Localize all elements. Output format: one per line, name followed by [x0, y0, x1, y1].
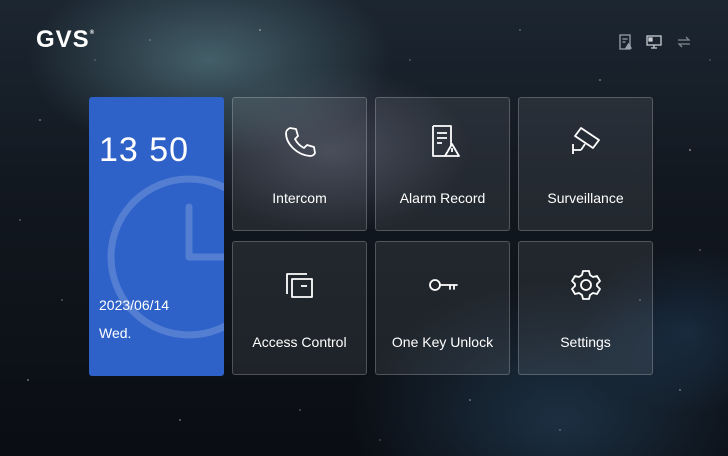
one-key-unlock-tile[interactable]: One Key Unlock — [375, 241, 510, 375]
gvs-logo: GVS® — [36, 26, 95, 54]
transfer-status-icon[interactable] — [676, 34, 692, 50]
one-key-unlock-label: One Key Unlock — [391, 334, 494, 350]
clock-widget: 13 50 2023/06/14 Wed. — [89, 97, 224, 376]
intercom-label: Intercom — [272, 190, 327, 206]
settings-label: Settings — [560, 334, 611, 350]
registered-mark: ® — [89, 30, 96, 36]
access-control-tile[interactable]: Access Control — [232, 241, 367, 375]
surveillance-label: Surveillance — [547, 190, 624, 206]
alarm-record-icon — [431, 125, 460, 157]
intercom-tile[interactable]: Intercom — [232, 97, 367, 231]
alarm-record-label: Alarm Record — [399, 190, 486, 206]
monitor-status-icon[interactable] — [646, 34, 662, 50]
surveillance-tile[interactable]: Surveillance — [518, 97, 653, 231]
clock-watermark-icon — [107, 175, 224, 339]
clock-date: 2023/06/14 — [99, 297, 170, 313]
access-control-icon — [285, 273, 313, 298]
clock-weekday: Wed. — [99, 325, 132, 341]
camera-icon — [571, 127, 600, 154]
alarm-record-status-icon[interactable] — [618, 34, 632, 50]
logo-text: GVS — [36, 26, 90, 53]
settings-tile[interactable]: Settings — [518, 241, 653, 375]
home-screen: GVS® 13 50 2023/06/14 Wed. Intercom Alar… — [0, 0, 728, 456]
status-bar — [618, 34, 692, 50]
clock-time: 13 50 — [99, 131, 190, 169]
gear-icon — [570, 270, 601, 300]
key-icon — [428, 279, 458, 291]
alarm-record-tile[interactable]: Alarm Record — [375, 97, 510, 231]
access-control-label: Access Control — [252, 334, 347, 350]
phone-icon — [284, 127, 316, 157]
